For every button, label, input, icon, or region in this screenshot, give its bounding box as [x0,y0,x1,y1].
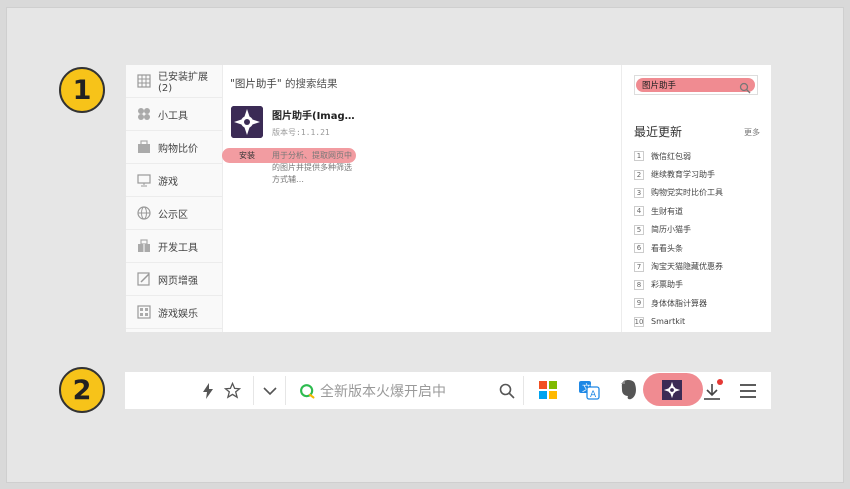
rank-number: 4 [634,206,644,217]
sidebar-item-games[interactable]: 游戏 [126,164,222,197]
rank-number: 6 [634,243,644,254]
sidebar-item-label: 购物比价 [158,143,198,155]
list-item[interactable]: 3 购物党实时比价工具 [634,184,768,202]
search-engine-icon[interactable] [298,382,316,400]
sidebar-item-shopping[interactable]: 购物比价 [126,131,222,164]
sidebar-item-installed[interactable]: 已安装扩展(2) [126,65,222,98]
sidebar-item-label: 游戏 [158,176,178,188]
menu-icon[interactable] [738,382,758,400]
grid-icon [136,73,152,89]
search-results-title: "图片助手" 的搜索结果 [230,78,338,90]
monitor-icon [136,172,152,188]
sidebar-item-label: 已安装扩展(2) [158,72,208,94]
grid-icon [136,304,152,320]
rank-number: 7 [634,261,644,272]
list-item[interactable]: 10 Smartkit [634,313,768,331]
extension-name[interactable]: 图片助手(Imag… [272,107,355,122]
edit-icon [136,271,152,287]
rank-number: 3 [634,187,644,198]
list-item[interactable]: 9 身体体脂计算器 [634,294,768,312]
sidebar-item-tools[interactable]: 小工具 [126,98,222,131]
rank-number: 9 [634,298,644,309]
list-item-label: 继续教育学习助手 [651,170,715,180]
rank-number: 10 [634,316,644,327]
sidebar-item-devtools[interactable]: 开发工具 [126,230,222,263]
search-icon[interactable] [498,382,516,400]
extension-store-panel: 已安装扩展(2) 小工具 购物比价 游戏 公示区 开发工具 网页增强 游戏娱乐 … [126,65,771,332]
list-item-label: 购物党实时比价工具 [651,188,723,198]
lightning-icon[interactable] [201,382,215,400]
sidebar-item-label: 网页增强 [158,275,198,287]
search-input[interactable]: 图片助手 [642,79,676,91]
search-icon[interactable] [739,79,751,94]
more-link[interactable]: 更多 [744,127,760,138]
download-icon[interactable] [702,378,724,402]
rank-number: 8 [634,279,644,290]
list-item[interactable]: 2 继续教育学习助手 [634,165,768,183]
image-assistant-icon[interactable] [661,379,683,401]
install-button[interactable]: 安装 [230,149,264,162]
category-sidebar: 已安装扩展(2) 小工具 购物比价 游戏 公示区 开发工具 网页增强 游戏娱乐 [126,65,223,332]
list-item[interactable]: 4 生财有道 [634,202,768,220]
sidebar-item-label: 开发工具 [158,242,198,254]
extension-description: 用于分析、提取网页中的图片并提供多种筛选方式辅… [272,151,352,184]
list-item[interactable]: 5 简历小猫手 [634,221,768,239]
list-item-label: 彩票助手 [651,280,683,290]
chevron-down-icon[interactable] [262,384,278,398]
extension-card[interactable]: 图片助手(Imag… 版本号:1.1.21 安装 用于分析、提取网页中的图片并提… [222,97,356,193]
extension-search-box[interactable]: 图片助手 [634,75,758,95]
sidebar-item-public[interactable]: 公示区 [126,197,222,230]
gift-icon [136,238,152,254]
list-item-label: 生财有道 [651,206,683,216]
list-item-label: 看看头条 [651,243,683,253]
list-item-label: Smartkit [651,317,686,327]
rank-number: 2 [634,169,644,180]
divider [523,376,524,405]
sidebar-item-label: 小工具 [158,110,188,122]
recent-updates-list: 1 微信红包弱 2 继续教育学习助手 3 购物党实时比价工具 4 生财有道 5 简历小猫手… [634,147,768,331]
list-item-label: 淘宝天猫隐藏优惠券 [651,262,723,272]
browser-toolbar: 全新版本火爆开启中 文A [125,372,771,409]
translate-icon[interactable]: 文A [578,380,600,400]
clover-icon [136,106,152,122]
step-badge-2: 2 [59,367,105,413]
star-icon[interactable] [223,381,241,399]
apps-icon[interactable] [539,381,557,399]
list-item[interactable]: 8 彩票助手 [634,276,768,294]
globe-icon [136,205,152,221]
bag-icon [136,139,152,155]
list-item[interactable]: 6 看看头条 [634,239,768,257]
svg-text:A: A [590,390,597,400]
rank-number: 5 [634,224,644,235]
recent-updates-title: 最近更新 [634,125,683,139]
rank-number: 1 [634,151,644,162]
sidebar-item-web-enhance[interactable]: 网页增强 [126,263,222,296]
sidebar-item-label: 游戏娱乐 [158,308,198,320]
divider [253,376,254,405]
image-assistant-icon [231,106,263,138]
sidebar-item-entertainment[interactable]: 游戏娱乐 [126,296,222,329]
extension-version: 版本号:1.1.21 [272,128,330,137]
list-item-label: 身体体脂计算器 [651,298,707,308]
list-item[interactable]: 1 微信红包弱 [634,147,768,165]
search-results: "图片助手" 的搜索结果 图片助手(Imag… 版本号:1.1.21 安装 用于… [222,65,620,332]
list-item-label: 简历小猫手 [651,225,691,235]
right-column: 图片助手 最近更新 更多 1 微信红包弱 2 继续教育学习助手 3 购物党实时比价工具… [621,65,771,332]
list-item-label: 微信红包弱 [651,151,691,161]
address-bar[interactable]: 全新版本火爆开启中 [320,381,446,401]
sidebar-item-label: 公示区 [158,209,188,221]
step-badge-1: 1 [59,67,105,113]
evernote-icon[interactable] [619,379,639,401]
list-item[interactable]: 7 淘宝天猫隐藏优惠券 [634,257,768,275]
divider [285,376,286,405]
